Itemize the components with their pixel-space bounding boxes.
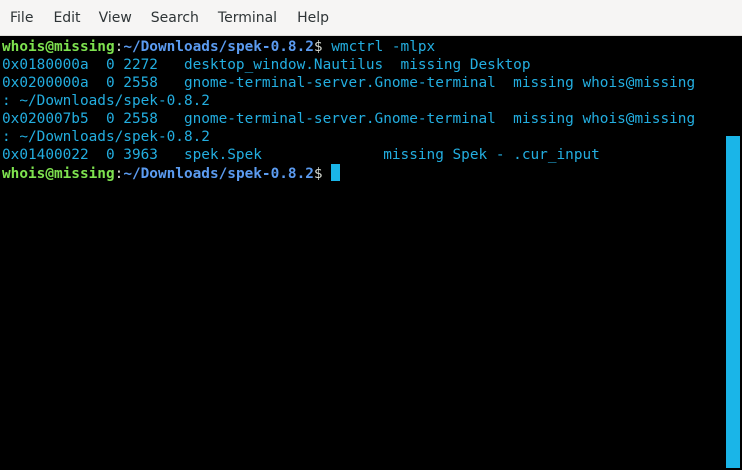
menu-search[interactable]: Search — [151, 0, 199, 36]
prompt-separator: : — [114, 39, 124, 55]
prompt-path: ~/Downloads/spek-0.8.2 — [123, 166, 314, 182]
terminal-window: File Edit View Search Terminal Help whoi… — [0, 0, 742, 470]
command-text: wmctrl -mlpx — [331, 39, 436, 55]
prompt-sign: $ — [313, 39, 332, 55]
output-line: 0x020007b5 0 2558 gnome-terminal-server.… — [2, 111, 696, 127]
menu-terminal[interactable]: Terminal — [218, 0, 277, 36]
menu-bar: File Edit View Search Terminal Help — [0, 0, 742, 36]
terminal-area[interactable]: whois@missing:~/Downloads/spek-0.8.2$ wm… — [0, 36, 742, 470]
output-line: 0x0180000a 0 2272 desktop_window.Nautilu… — [2, 57, 531, 73]
command-line-1: whois@missing:~/Downloads/spek-0.8.2$ wm… — [2, 38, 435, 56]
prompt-user-host: whois@missing — [2, 166, 115, 182]
menu-file[interactable]: File — [10, 0, 33, 36]
output-line: : ~/Downloads/spek-0.8.2 — [2, 129, 210, 145]
prompt-path: ~/Downloads/spek-0.8.2 — [123, 39, 314, 55]
prompt-user-host: whois@missing — [2, 39, 115, 55]
output-line: 0x01400022 0 3963 spek.Spek missing Spek… — [2, 147, 600, 163]
menu-view[interactable]: View — [99, 0, 132, 36]
output-line: : ~/Downloads/spek-0.8.2 — [2, 93, 210, 109]
scrollbar[interactable] — [726, 136, 740, 468]
command-line-2: whois@missing:~/Downloads/spek-0.8.2$ — [2, 164, 341, 182]
menu-help[interactable]: Help — [297, 0, 329, 36]
menu-edit[interactable]: Edit — [53, 0, 80, 36]
prompt-sign: $ — [313, 166, 332, 182]
prompt-separator: : — [114, 166, 124, 182]
output-line: 0x0200000a 0 2558 gnome-terminal-server.… — [2, 75, 696, 91]
scrollbar-thumb[interactable] — [726, 136, 740, 468]
text-cursor — [331, 164, 341, 181]
